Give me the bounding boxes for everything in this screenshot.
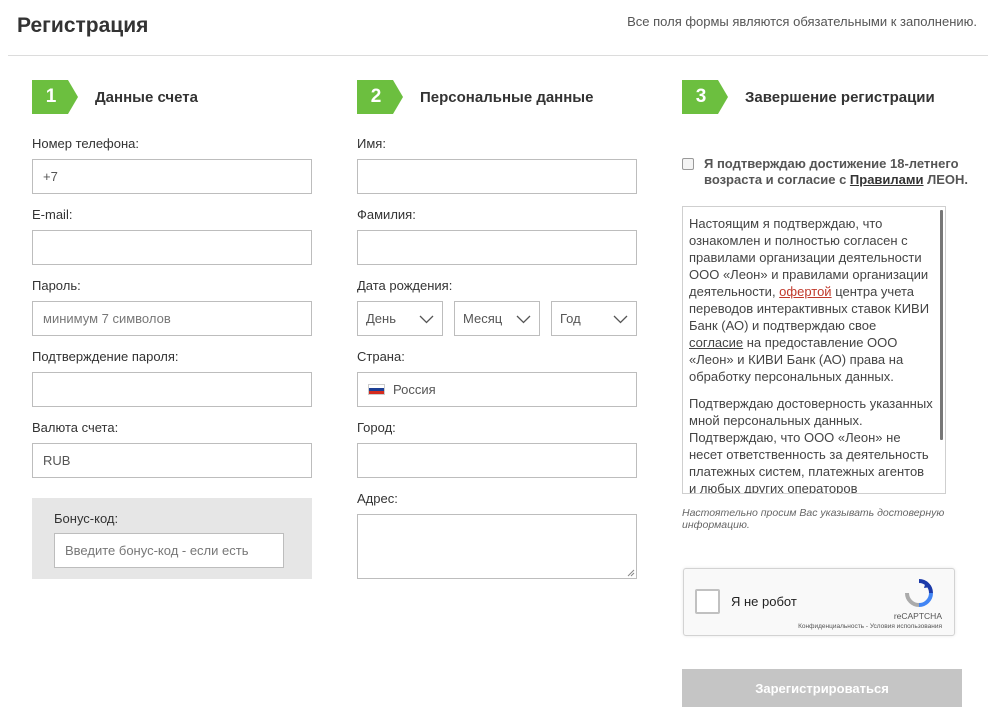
chevron-down-icon xyxy=(516,315,531,323)
password-confirm-input[interactable] xyxy=(32,372,312,407)
page-header: Регистрация Все поля формы являются обяз… xyxy=(0,0,994,56)
chevron-down-icon xyxy=(419,315,434,323)
age-agreement-checkbox[interactable] xyxy=(682,158,694,170)
address-label: Адрес: xyxy=(357,491,398,506)
bonus-code-input[interactable]: Введите бонус-код - если есть xyxy=(54,533,284,568)
country-select[interactable]: Россия xyxy=(357,372,637,407)
year-select[interactable]: Год xyxy=(551,301,637,336)
step-1: 1 Данные счета xyxy=(32,80,312,114)
offer-link[interactable]: офертой xyxy=(779,284,831,299)
password-confirm-label: Подтверждение пароля: xyxy=(32,349,179,364)
day-select-value: День xyxy=(366,311,396,326)
recaptcha-checkbox[interactable] xyxy=(695,589,720,614)
city-input[interactable] xyxy=(357,443,637,478)
recaptcha-label: Я не робот xyxy=(731,594,797,609)
first-name-input[interactable] xyxy=(357,159,637,194)
recaptcha-brand: reCAPTCHA xyxy=(893,611,942,621)
country-value: Россия xyxy=(393,382,436,397)
currency-input[interactable]: RUB xyxy=(32,443,312,478)
header-divider xyxy=(8,55,988,56)
completion-section: 3 Завершение регистрации Я подтверждаю д… xyxy=(682,80,968,707)
required-note: Все поля формы являются обязательными к … xyxy=(627,14,977,29)
step-2: 2 Персональные данные xyxy=(357,80,637,114)
age-agreement-text: Я подтверждаю достижение 18-летнего возр… xyxy=(704,156,972,188)
first-name-label: Имя: xyxy=(357,136,386,151)
consent-link[interactable]: согласие xyxy=(689,335,743,350)
country-label: Страна: xyxy=(357,349,405,364)
password-input[interactable]: минимум 7 символов xyxy=(32,301,312,336)
step-1-title: Данные счета xyxy=(95,88,198,106)
terms-paragraph-1: Настоящим я подтверждаю, что ознакомлен … xyxy=(689,215,933,385)
account-section: 1 Данные счета Номер телефона: +7 E-mail… xyxy=(32,80,312,579)
russia-flag-icon xyxy=(368,384,385,395)
last-name-label: Фамилия: xyxy=(357,207,416,222)
last-name-input[interactable] xyxy=(357,230,637,265)
month-select-value: Месяц xyxy=(463,311,503,326)
accuracy-note: Настоятельно просим Вас указывать достов… xyxy=(682,507,945,531)
recaptcha-widget: Я не робот reCAPTCHA Конфиденциальность … xyxy=(683,568,955,636)
birth-date-label: Дата рождения: xyxy=(357,278,453,293)
month-select[interactable]: Месяц xyxy=(454,301,540,336)
page-title: Регистрация xyxy=(17,14,149,37)
email-input[interactable] xyxy=(32,230,312,265)
phone-label: Номер телефона: xyxy=(32,136,139,151)
step-2-title: Персональные данные xyxy=(420,88,594,106)
register-button[interactable]: Зарегистрироваться xyxy=(682,669,962,707)
address-textarea[interactable] xyxy=(357,514,637,579)
terms-scrollbar[interactable] xyxy=(940,210,943,440)
currency-label: Валюта счета: xyxy=(32,420,119,435)
terms-text: Настоящим я подтверждаю, что ознакомлен … xyxy=(689,215,933,494)
bonus-code-label: Бонус-код: xyxy=(54,511,119,526)
terms-paragraph-2: Подтверждаю достоверность указанных мной… xyxy=(689,396,933,494)
age-agreement: Я подтверждаю достижение 18-летнего возр… xyxy=(682,156,972,188)
resize-handle-icon[interactable] xyxy=(627,569,635,577)
step-3-number: 3 xyxy=(682,80,728,114)
step-2-number: 2 xyxy=(357,80,403,114)
day-select[interactable]: День xyxy=(357,301,443,336)
terms-scroll-box[interactable]: Настоящим я подтверждаю, что ознакомлен … xyxy=(682,206,946,494)
recaptcha-logo-icon xyxy=(905,579,933,607)
year-select-value: Год xyxy=(560,311,581,326)
step-1-number: 1 xyxy=(32,80,78,114)
step-3: 3 Завершение регистрации xyxy=(682,80,962,114)
chevron-down-icon xyxy=(613,315,628,323)
birth-date-selects: День Месяц Год xyxy=(357,301,637,336)
personal-section: 2 Персональные данные Имя: Фамилия: Дата… xyxy=(357,80,637,579)
city-label: Город: xyxy=(357,420,396,435)
phone-input[interactable]: +7 xyxy=(32,159,312,194)
recaptcha-links[interactable]: Конфиденциальность - Условия использован… xyxy=(798,623,942,630)
email-label: E-mail: xyxy=(32,207,73,222)
rules-link[interactable]: Правилами xyxy=(850,172,924,187)
password-label: Пароль: xyxy=(32,278,81,293)
bonus-code-panel: Бонус-код: Введите бонус-код - если есть xyxy=(32,498,312,579)
agree-text-end: ЛЕОН. xyxy=(923,172,969,187)
step-3-title: Завершение регистрации xyxy=(745,88,935,106)
